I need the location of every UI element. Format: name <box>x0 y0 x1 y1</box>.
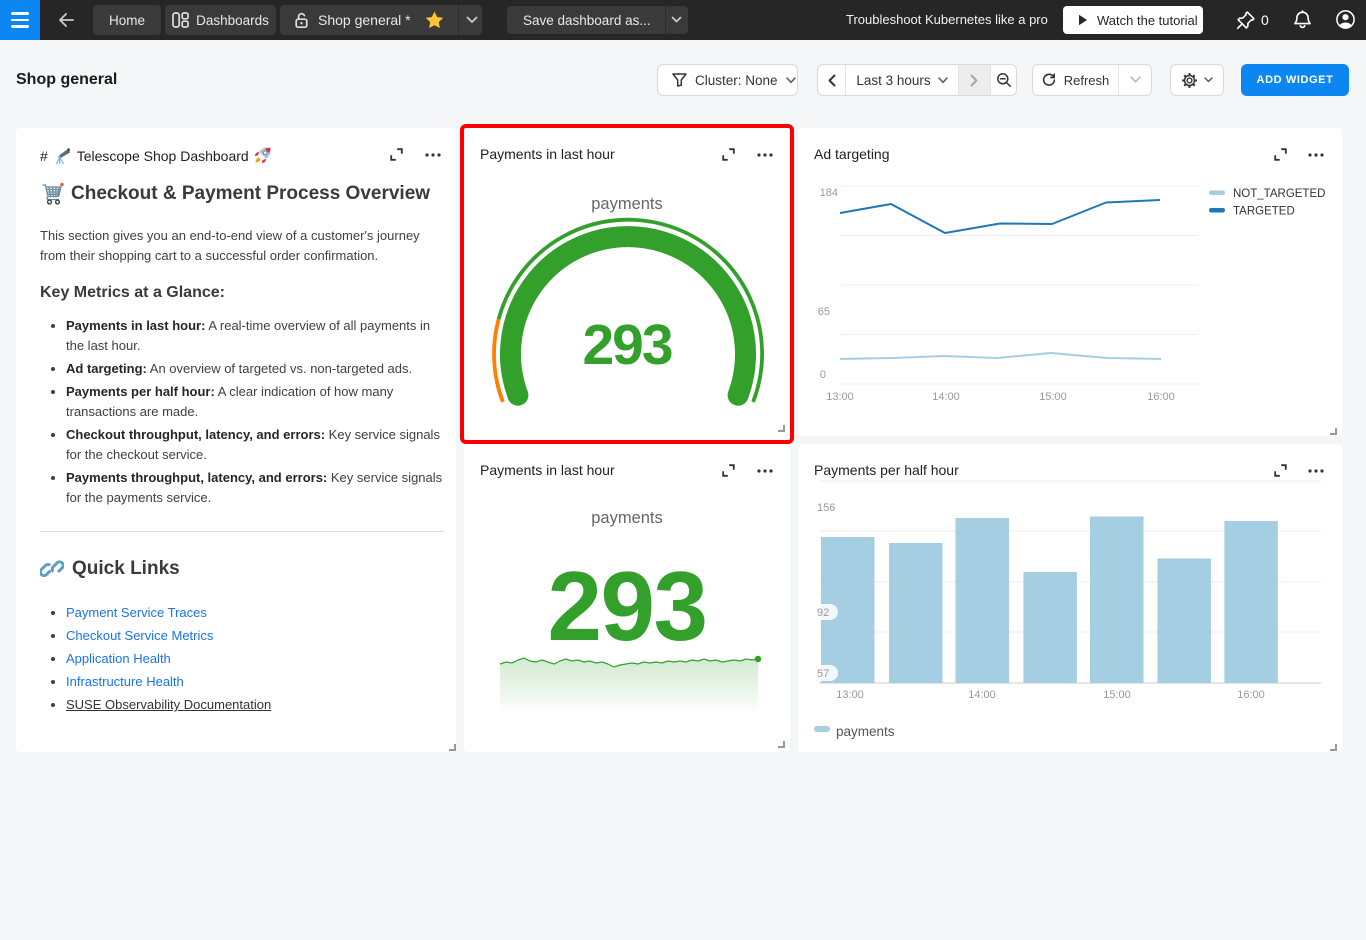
svg-text:14:00: 14:00 <box>932 391 960 403</box>
svg-text:13:00: 13:00 <box>826 391 854 403</box>
svg-text:16:00: 16:00 <box>1147 391 1175 403</box>
svg-text:payments: payments <box>836 724 895 739</box>
svg-text:NOT_TARGETED: NOT_TARGETED <box>1233 188 1325 200</box>
svg-text:184: 184 <box>820 187 838 199</box>
svg-text:15:00: 15:00 <box>1103 689 1131 701</box>
svg-text:16:00: 16:00 <box>1237 689 1265 701</box>
svg-text:57: 57 <box>817 668 829 680</box>
svg-text:0: 0 <box>820 369 826 381</box>
svg-text:14:00: 14:00 <box>968 689 996 701</box>
svg-text:TARGETED: TARGETED <box>1233 206 1295 218</box>
svg-text:156: 156 <box>817 502 835 514</box>
svg-text:13:00: 13:00 <box>836 689 864 701</box>
svg-text:15:00: 15:00 <box>1039 391 1067 403</box>
svg-text:92: 92 <box>817 607 829 619</box>
svg-text:65: 65 <box>818 306 830 318</box>
